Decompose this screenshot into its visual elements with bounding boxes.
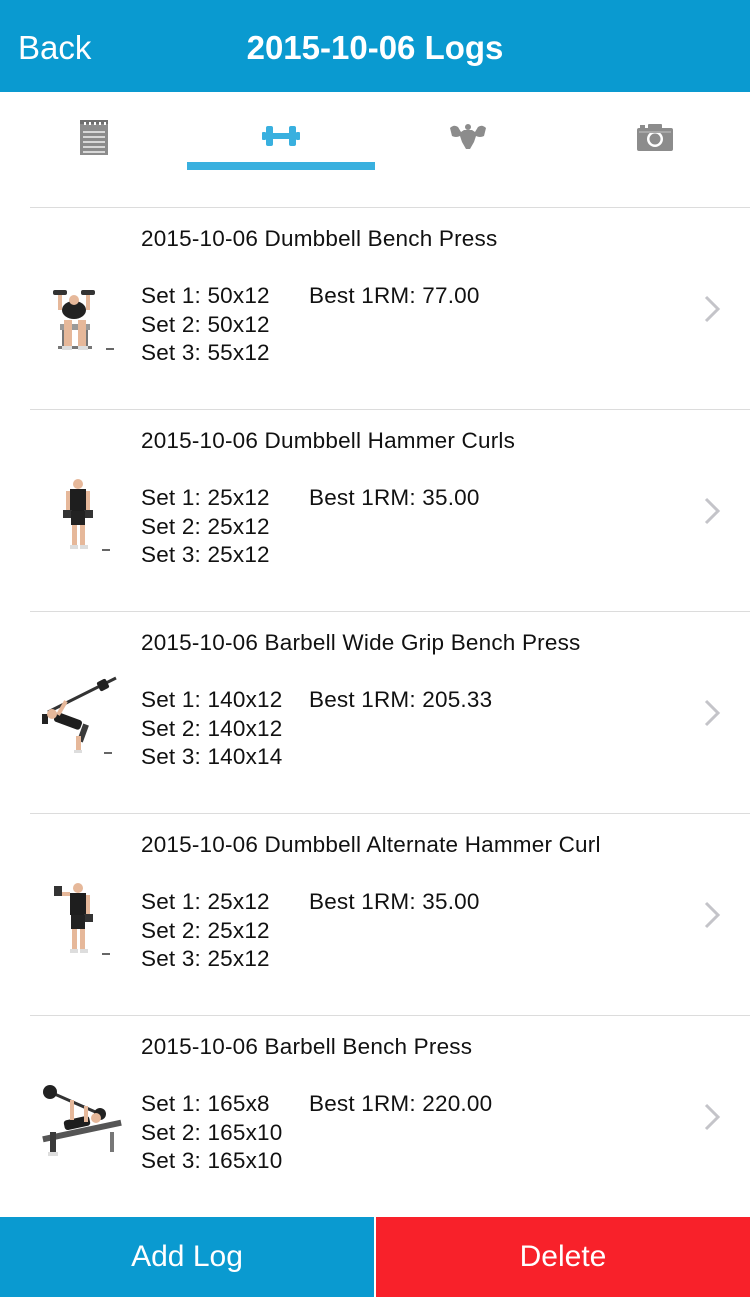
exercise-thumbnail bbox=[54, 883, 110, 955]
log-title: 2015-10-06 Dumbbell Alternate Hammer Cur… bbox=[141, 832, 601, 857]
set-entry: Set 2: 140x12 bbox=[141, 715, 283, 741]
log-title: 2015-10-06 Dumbbell Hammer Curls bbox=[141, 428, 516, 453]
notepad-icon bbox=[79, 120, 108, 155]
set-entry: Set 1: 140x12 bbox=[141, 687, 283, 712]
log-row[interactable]: 2015-10-06 Barbell Wide Grip Bench Press… bbox=[30, 612, 750, 814]
tab-body[interactable] bbox=[374, 92, 561, 207]
best-1rm: Best 1RM: 77.00 bbox=[309, 283, 480, 308]
set-entry: Set 1: 50x12 bbox=[141, 283, 270, 308]
set-list: Set 1: 140x12 Best 1RM: 205.33 Set 2: 140… bbox=[141, 686, 492, 772]
set-list: Set 1: 25x12 Best 1RM: 35.00 Set 2: 25x12… bbox=[141, 484, 480, 570]
exercise-thumbnail bbox=[42, 1085, 122, 1156]
set-list: Set 1: 25x12 Best 1RM: 35.00 Set 2: 25x12… bbox=[141, 888, 480, 974]
tab-notes[interactable] bbox=[0, 92, 187, 207]
set-list: Set 1: 165x8 Best 1RM: 220.00 Set 2: 165x… bbox=[141, 1090, 492, 1176]
camera-icon bbox=[636, 124, 673, 151]
log-title: 2015-10-06 Barbell Wide Grip Bench Press bbox=[141, 630, 581, 655]
set-entry: Set 3: 165x10 bbox=[141, 1148, 283, 1173]
best-1rm: Best 1RM: 220.00 bbox=[309, 1091, 493, 1116]
set-entry: Set 3: 55x12 bbox=[141, 340, 270, 365]
set-list: Set 1: 50x12 Best 1RM: 77.00 Set 2: 50x12… bbox=[141, 282, 480, 368]
log-row[interactable]: 2015-10-06 Dumbbell Bench Press Set 1: 5… bbox=[30, 208, 750, 410]
exercise-thumbnail bbox=[42, 676, 117, 754]
navigation-bar: Back 2015-10-06 Logs bbox=[0, 0, 750, 92]
tab-exercises[interactable] bbox=[187, 92, 374, 207]
set-entry: Set 1: 25x12 bbox=[141, 485, 270, 510]
bottom-action-bar: Add Log Delete bbox=[0, 1217, 750, 1297]
log-row[interactable]: 2015-10-06 Dumbbell Alternate Hammer Cur… bbox=[30, 814, 750, 1016]
exercise-thumbnail bbox=[63, 479, 110, 551]
chevron-right-icon bbox=[704, 901, 721, 929]
exercise-thumbnail bbox=[53, 290, 114, 350]
set-entry: Set 1: 165x8 bbox=[141, 1091, 270, 1116]
dumbbell-icon bbox=[261, 126, 300, 146]
chevron-right-icon bbox=[704, 295, 721, 323]
log-row[interactable]: 2015-10-06 Barbell Bench Press Set 1: 16… bbox=[30, 1016, 750, 1217]
set-entry: Set 2: 25x12 bbox=[141, 917, 270, 943]
log-title: 2015-10-06 Barbell Bench Press bbox=[141, 1034, 473, 1059]
best-1rm: Best 1RM: 205.33 bbox=[309, 687, 493, 712]
delete-button[interactable]: Delete bbox=[376, 1217, 750, 1297]
set-entry: Set 2: 165x10 bbox=[141, 1119, 283, 1145]
tab-bar bbox=[0, 92, 750, 207]
set-entry: Set 1: 25x12 bbox=[141, 889, 270, 914]
active-tab-indicator bbox=[187, 162, 375, 170]
add-log-button[interactable]: Add Log bbox=[0, 1217, 374, 1297]
best-1rm: Best 1RM: 35.00 bbox=[309, 485, 480, 510]
best-1rm: Best 1RM: 35.00 bbox=[309, 889, 480, 914]
log-list: 2015-10-06 Dumbbell Bench Press Set 1: 5… bbox=[0, 208, 750, 1217]
set-entry: Set 2: 25x12 bbox=[141, 513, 270, 539]
muscle-icon bbox=[449, 124, 486, 149]
tab-photos[interactable] bbox=[561, 92, 748, 207]
log-title: 2015-10-06 Dumbbell Bench Press bbox=[141, 226, 498, 251]
set-entry: Set 3: 140x14 bbox=[141, 744, 283, 769]
chevron-right-icon bbox=[704, 1103, 721, 1131]
set-entry: Set 2: 50x12 bbox=[141, 311, 270, 337]
set-entry: Set 3: 25x12 bbox=[141, 542, 270, 567]
chevron-right-icon bbox=[704, 497, 721, 525]
log-row[interactable]: 2015-10-06 Dumbbell Hammer Curls Set 1: … bbox=[30, 410, 750, 612]
page-title: 2015-10-06 Logs bbox=[246, 29, 504, 66]
set-entry: Set 3: 25x12 bbox=[141, 946, 270, 971]
chevron-right-icon bbox=[704, 699, 721, 727]
